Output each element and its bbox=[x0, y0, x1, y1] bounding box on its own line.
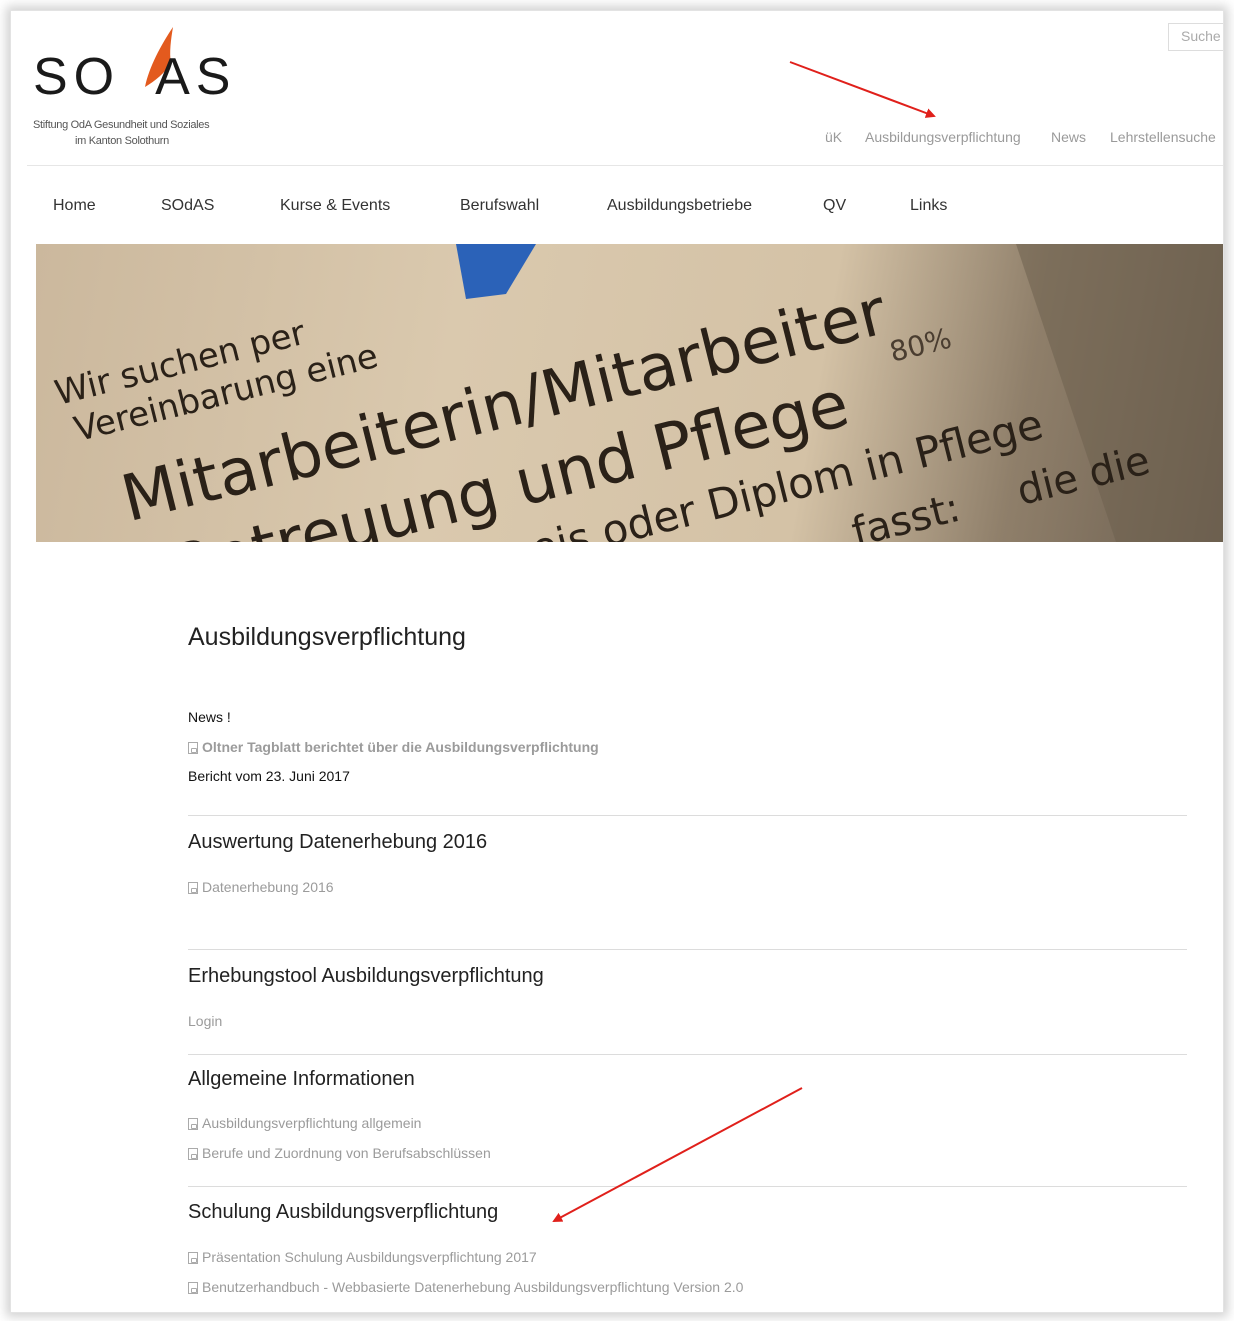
nav-sodas[interactable]: SOdAS bbox=[161, 197, 214, 215]
pdf-icon bbox=[188, 1252, 198, 1264]
top-nav-lehrstellensuche[interactable]: Lehrstellensuche bbox=[1110, 129, 1216, 145]
link-label: Datenerhebung 2016 bbox=[202, 879, 334, 895]
hero-line-5: 80% bbox=[886, 322, 954, 369]
logo-tagline-1: Stiftung OdA Gesundheit und Soziales bbox=[33, 119, 210, 131]
sodas-logo[interactable]: SOdAS Stiftung OdA Gesundheit und Sozial… bbox=[29, 23, 230, 153]
browser-page: SOdAS Stiftung OdA Gesundheit und Sozial… bbox=[10, 10, 1224, 1313]
news-date: Bericht vom 23. Juni 2017 bbox=[188, 768, 350, 784]
pdf-icon bbox=[188, 1282, 198, 1294]
header-divider bbox=[27, 165, 1223, 166]
nav-kurse-events[interactable]: Kurse & Events bbox=[280, 197, 390, 215]
section-divider bbox=[188, 1186, 1187, 1187]
pdf-icon bbox=[188, 1148, 198, 1160]
link-praesentation-schulung[interactable]: Präsentation Schulung Ausbildungsverpfli… bbox=[188, 1249, 537, 1265]
logo-wordmark: SOdAS bbox=[33, 48, 237, 106]
link-benutzerhandbuch[interactable]: Benutzerhandbuch - Webbasierte Datenerhe… bbox=[188, 1279, 743, 1295]
hero-banner: Wir suchen per Vereinbarung eine Mitarbe… bbox=[36, 244, 1223, 542]
link-label: Präsentation Schulung Ausbildungsverpfli… bbox=[202, 1249, 537, 1265]
search-input[interactable]: Suche bbox=[1168, 23, 1223, 51]
hero-line-7: fasst: bbox=[847, 485, 964, 542]
news-heading: News ! bbox=[188, 709, 231, 725]
news-link[interactable]: Oltner Tagblatt berichtet über die Ausbi… bbox=[188, 739, 599, 755]
top-nav-ausbildungsverpflichtung[interactable]: Ausbildungsverpflichtung bbox=[865, 129, 1021, 145]
nav-ausbildungsbetriebe[interactable]: Ausbildungsbetriebe bbox=[607, 197, 752, 215]
pdf-icon bbox=[188, 1118, 198, 1130]
section-title-allgemeine-informationen: Allgemeine Informationen bbox=[188, 1068, 415, 1090]
link-datenerhebung-2016[interactable]: Datenerhebung 2016 bbox=[188, 879, 334, 895]
link-berufe-zuordnung[interactable]: Berufe und Zuordnung von Berufsabschlüss… bbox=[188, 1145, 491, 1161]
top-nav-uek[interactable]: üK bbox=[825, 129, 842, 145]
section-title-erhebungstool: Erhebungstool Ausbildungsverpflichtung bbox=[188, 965, 544, 987]
login-link[interactable]: Login bbox=[188, 1013, 222, 1029]
logo-tagline-2: im Kanton Solothurn bbox=[75, 135, 169, 147]
section-title-schulung: Schulung Ausbildungsverpflichtung bbox=[188, 1201, 499, 1223]
page-title: Ausbildungsverpflichtung bbox=[188, 623, 466, 651]
nav-berufswahl[interactable]: Berufswahl bbox=[460, 197, 539, 215]
section-title-auswertung: Auswertung Datenerhebung 2016 bbox=[188, 831, 488, 853]
link-ausbildungsverpflichtung-allgemein[interactable]: Ausbildungsverpflichtung allgemein bbox=[188, 1115, 421, 1131]
pdf-icon bbox=[188, 882, 198, 894]
link-label: Ausbildungsverpflichtung allgemein bbox=[202, 1115, 422, 1131]
link-label: Benutzerhandbuch - Webbasierte Datenerhe… bbox=[202, 1279, 744, 1295]
hero-image: Wir suchen per Vereinbarung eine Mitarbe… bbox=[51, 244, 1223, 542]
nav-qv[interactable]: QV bbox=[823, 197, 846, 215]
nav-links[interactable]: Links bbox=[910, 197, 947, 215]
top-nav-news[interactable]: News bbox=[1051, 129, 1086, 145]
pdf-icon bbox=[188, 742, 198, 754]
section-divider bbox=[188, 949, 1187, 950]
nav-home[interactable]: Home bbox=[53, 197, 96, 215]
section-divider bbox=[188, 1054, 1187, 1055]
link-label: Berufe und Zuordnung von Berufsabschlüss… bbox=[202, 1145, 491, 1161]
news-link-label: Oltner Tagblatt berichtet über die Ausbi… bbox=[202, 739, 599, 755]
section-divider bbox=[188, 815, 1187, 816]
